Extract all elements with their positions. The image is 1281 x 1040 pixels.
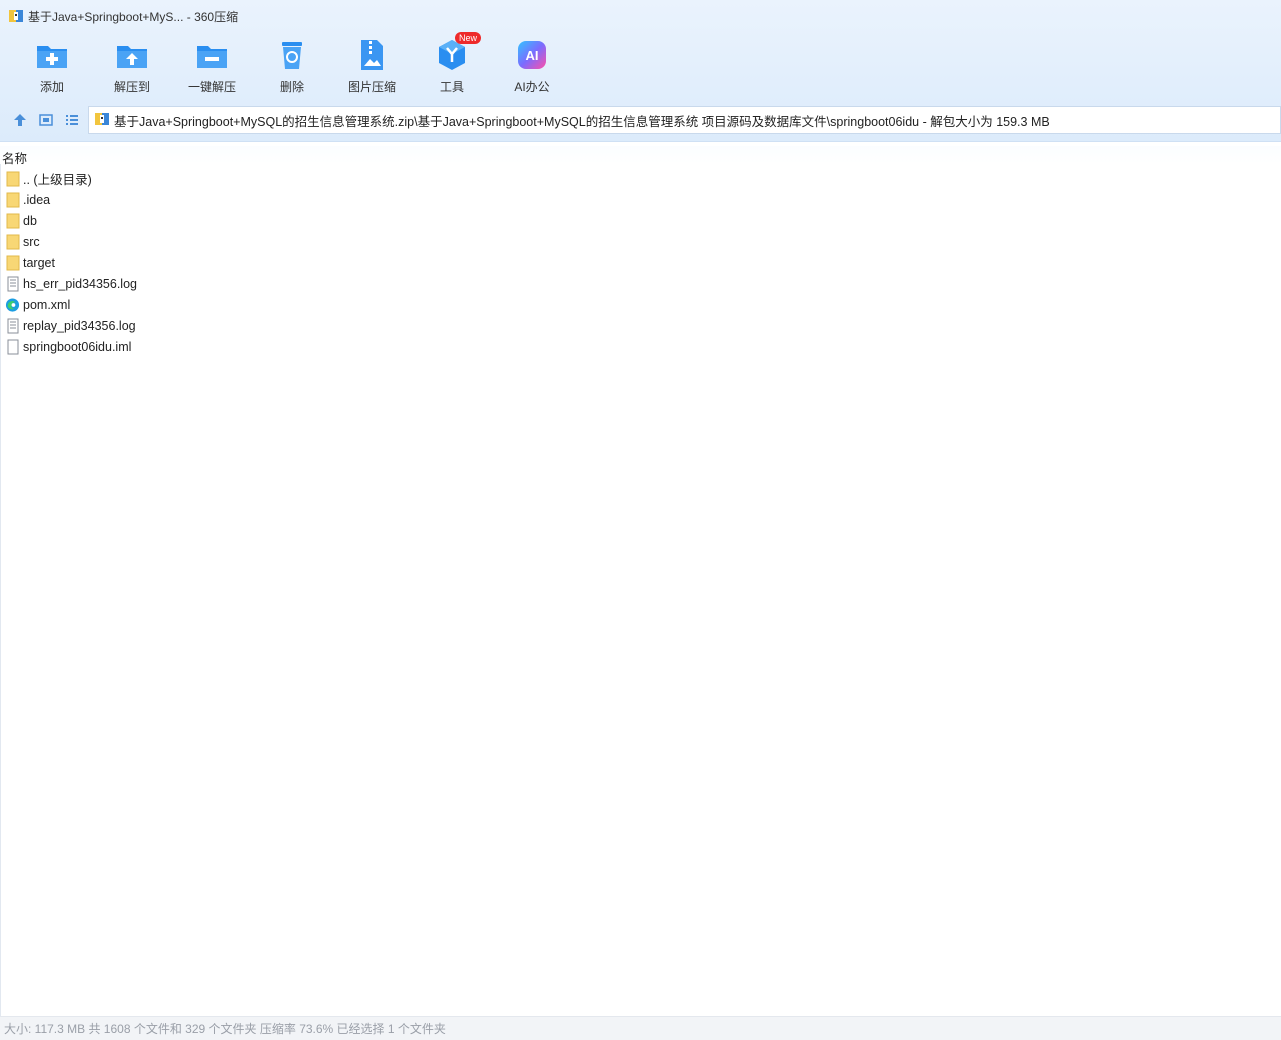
file-name: pom.xml bbox=[23, 297, 71, 312]
add-folder-icon bbox=[35, 38, 69, 72]
list-view-button[interactable] bbox=[59, 108, 85, 134]
ai-office-label: AI办公 bbox=[514, 80, 550, 94]
list-view-icon bbox=[65, 113, 79, 130]
main-toolbar: 添加 解压到 一键解压 删除 图片压缩 New 工具 AI AI办公 bbox=[12, 32, 572, 98]
new-badge: New bbox=[455, 32, 482, 44]
top-panel: 基于Java+Springboot+MyS... - 360压缩 添加 解压到 … bbox=[0, 0, 1281, 142]
app-archive-icon bbox=[8, 8, 24, 24]
image-compress-icon bbox=[355, 38, 389, 72]
title-bar: 基于Java+Springboot+MyS... - 360压缩 bbox=[0, 0, 1281, 32]
extract-to-icon bbox=[115, 38, 149, 72]
list-item[interactable]: src bbox=[0, 231, 1281, 252]
column-name-label: 名称 bbox=[2, 152, 28, 166]
ai-office-icon: AI bbox=[515, 38, 549, 72]
one-click-extract-button[interactable]: 一键解压 bbox=[172, 38, 252, 98]
list-item[interactable]: hs_err_pid34356.log bbox=[0, 273, 1281, 294]
delete-button[interactable]: 删除 bbox=[252, 38, 332, 98]
file-name: springboot06idu.iml bbox=[23, 339, 132, 354]
column-header-name[interactable]: 名称 bbox=[0, 146, 1281, 166]
add-button[interactable]: 添加 bbox=[12, 38, 92, 98]
address-path: 基于Java+Springboot+MySQL的招生信息管理系统.zip\基于J… bbox=[114, 114, 1050, 129]
edge-browser-icon bbox=[5, 296, 20, 313]
file-name: db bbox=[23, 213, 37, 228]
folder-icon bbox=[5, 212, 20, 229]
list-item[interactable]: .idea bbox=[0, 189, 1281, 210]
list-item[interactable]: replay_pid34356.log bbox=[0, 315, 1281, 336]
list-item[interactable]: target bbox=[0, 252, 1281, 273]
address-bar[interactable]: 基于Java+Springboot+MySQL的招生信息管理系统.zip\基于J… bbox=[88, 106, 1281, 134]
extract-to-label: 解压到 bbox=[113, 80, 150, 94]
one-click-extract-icon bbox=[195, 38, 229, 72]
thumbnail-view-icon bbox=[39, 113, 53, 130]
status-bar: 大小: 117.3 MB 共 1608 个文件和 329 个文件夹 压缩率 73… bbox=[0, 1016, 1281, 1040]
text-file-icon bbox=[5, 275, 20, 292]
file-name: .idea bbox=[23, 192, 51, 207]
list-item[interactable]: springboot06idu.iml bbox=[0, 336, 1281, 357]
folder-icon bbox=[5, 254, 20, 271]
tools-button[interactable]: New 工具 bbox=[412, 32, 492, 98]
file-name: src bbox=[23, 234, 40, 249]
file-list: .. (上级目录) .idea db src target hs_err_pid… bbox=[0, 168, 1281, 357]
image-compress-label: 图片压缩 bbox=[347, 80, 396, 94]
list-item[interactable]: db bbox=[0, 210, 1281, 231]
one-click-extract-label: 一键解压 bbox=[187, 80, 236, 94]
file-name: hs_err_pid34356.log bbox=[23, 276, 137, 291]
text-file-icon bbox=[5, 317, 20, 334]
window-title: 基于Java+Springboot+MyS... - 360压缩 bbox=[28, 9, 239, 24]
image-compress-button[interactable]: 图片压缩 bbox=[332, 38, 412, 98]
delete-bin-icon bbox=[275, 38, 309, 72]
thumbnail-view-button[interactable] bbox=[33, 108, 59, 134]
extract-to-button[interactable]: 解压到 bbox=[92, 38, 172, 98]
add-label: 添加 bbox=[39, 80, 64, 94]
folder-icon bbox=[5, 170, 20, 187]
status-text: 大小: 117.3 MB 共 1608 个文件和 329 个文件夹 压缩率 73… bbox=[4, 1022, 446, 1036]
file-name: .. (上级目录) bbox=[23, 173, 92, 187]
ai-glyph: AI bbox=[526, 48, 539, 63]
file-name: replay_pid34356.log bbox=[23, 318, 136, 333]
delete-label: 删除 bbox=[279, 80, 304, 94]
blank-file-icon bbox=[5, 338, 20, 355]
archive-icon bbox=[94, 111, 110, 130]
up-button[interactable] bbox=[7, 108, 33, 134]
list-item[interactable]: pom.xml bbox=[0, 294, 1281, 315]
tools-label: 工具 bbox=[439, 80, 464, 94]
folder-icon bbox=[5, 191, 20, 208]
file-name: target bbox=[23, 255, 55, 270]
list-item[interactable]: .. (上级目录) bbox=[0, 168, 1281, 189]
folder-icon bbox=[5, 233, 20, 250]
ai-office-button[interactable]: AI AI办公 bbox=[492, 38, 572, 98]
arrow-up-icon bbox=[13, 113, 27, 130]
navigation-row: 基于Java+Springboot+MySQL的招生信息管理系统.zip\基于J… bbox=[0, 106, 1281, 136]
